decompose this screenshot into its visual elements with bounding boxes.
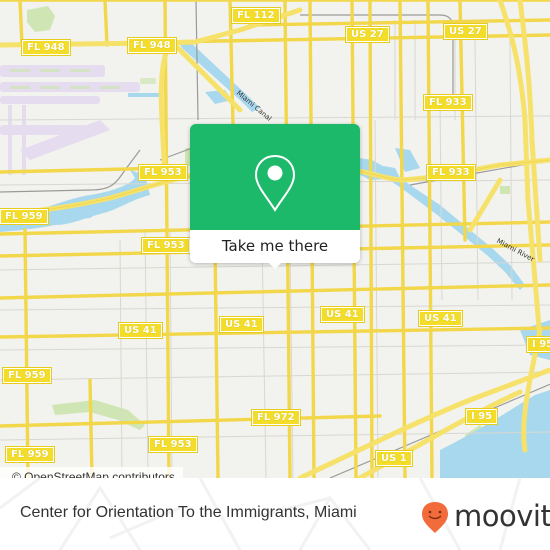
road-shield-us41: US 41: [320, 306, 365, 323]
road-shield-fl112: FL 112: [231, 7, 281, 24]
road-shield-us27: US 27: [443, 23, 488, 40]
map-view[interactable]: FL 948 FL 948 FL 112 US 27 US 27 FL 933 …: [0, 0, 550, 478]
moovit-pin-icon: [422, 502, 448, 533]
road-shield-i95: I 95: [525, 336, 550, 353]
moovit-wordmark: moovit: [454, 499, 550, 533]
location-pin-icon: [254, 154, 296, 212]
road-shield-i95: I 95: [464, 408, 499, 425]
road-shield-fl959: FL 959: [2, 367, 52, 384]
place-title: Center for Orientation To the Immigrants…: [20, 504, 357, 521]
road-shield-fl959: FL 959: [0, 208, 49, 225]
footer-bar: Center for Orientation To the Immigrants…: [0, 478, 550, 550]
map-attribution[interactable]: © OpenStreetMap contributors: [0, 467, 183, 478]
road-shield-fl933: FL 933: [426, 164, 476, 181]
road-shield-fl953: FL 953: [138, 164, 188, 181]
road-shield-us41: US 41: [118, 322, 163, 339]
road-shield-fl953: FL 953: [148, 436, 198, 453]
road-shield-fl933: FL 933: [423, 94, 473, 111]
road-shield-fl959: FL 959: [5, 446, 55, 463]
road-shield-us27: US 27: [345, 26, 390, 43]
road-shield-us41: US 41: [219, 316, 264, 333]
destination-popup: Take me there: [190, 124, 360, 269]
road-shield-fl948: FL 948: [127, 37, 177, 54]
road-shield-fl972: FL 972: [251, 409, 301, 426]
road-shield-fl953: FL 953: [141, 237, 191, 254]
popup-header: [190, 124, 360, 230]
road-shield-fl948: FL 948: [21, 39, 71, 56]
road-shield-us1: US 1: [375, 450, 413, 467]
take-me-there-button[interactable]: Take me there: [190, 230, 360, 263]
road-shield-us41: US 41: [418, 310, 463, 327]
